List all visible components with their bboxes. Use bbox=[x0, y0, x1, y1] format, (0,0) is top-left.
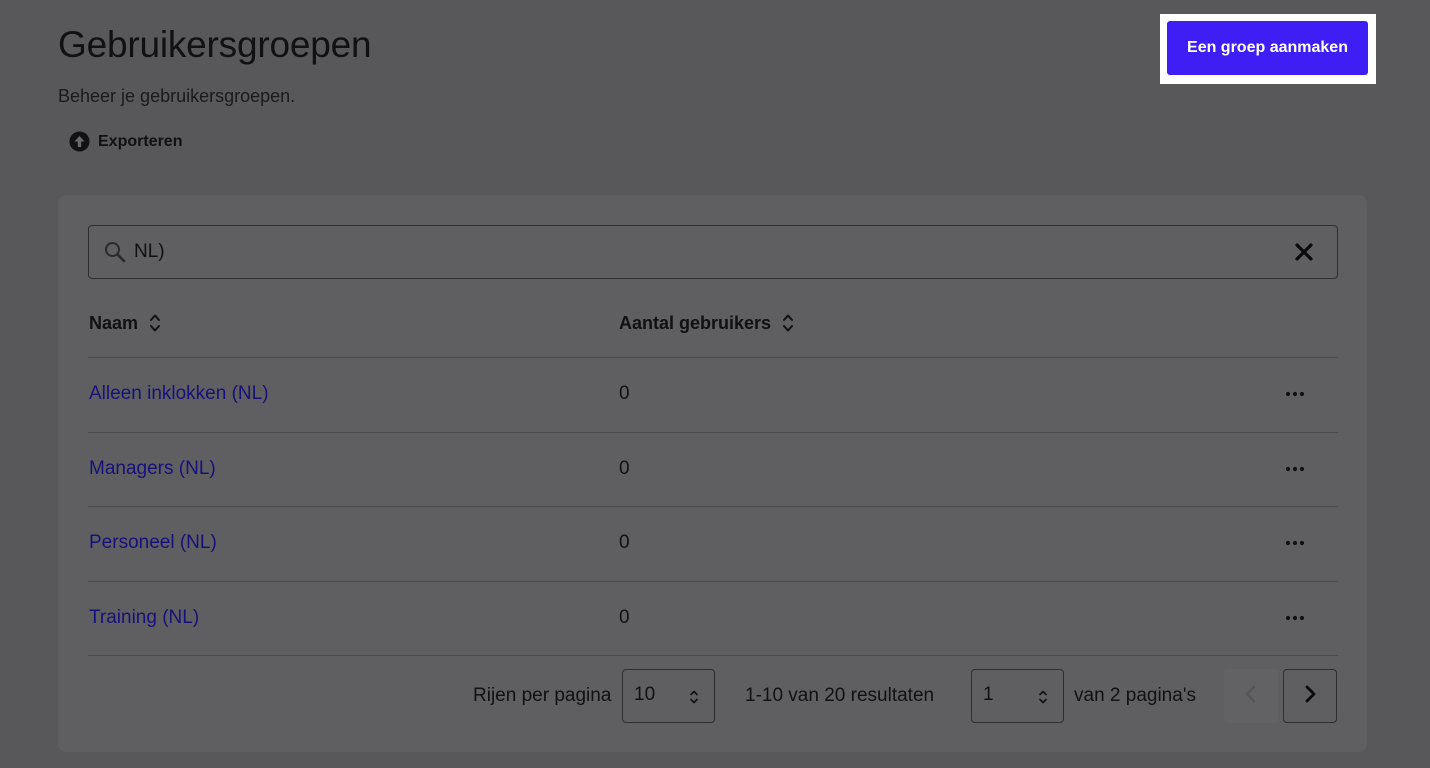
create-group-button[interactable]: Een groep aanmaken bbox=[1167, 21, 1368, 75]
total-pages: van 2 pagina's bbox=[1074, 685, 1196, 706]
groups-table: Naam Aantal gebruikers Alleen inklokken … bbox=[88, 295, 1338, 656]
pagination: Rijen per pagina 10 1-10 van 20 resultat… bbox=[58, 669, 1367, 723]
close-icon[interactable] bbox=[1295, 243, 1313, 261]
sort-icon bbox=[781, 312, 795, 334]
more-options-icon[interactable] bbox=[1284, 533, 1306, 553]
column-header-label: Aantal gebruikers bbox=[619, 312, 772, 333]
table-header: Naam Aantal gebruikers bbox=[88, 295, 1338, 358]
rows-per-page-label: Rijen per pagina bbox=[473, 685, 612, 706]
previous-page-button[interactable] bbox=[1224, 669, 1278, 723]
chevron-up-down-icon bbox=[1037, 687, 1049, 707]
sort-icon bbox=[148, 312, 162, 334]
page-select[interactable]: 1 bbox=[971, 669, 1064, 723]
user-count: 0 bbox=[619, 383, 630, 404]
groups-card: Naam Aantal gebruikers bbox=[58, 195, 1367, 752]
more-options-icon[interactable] bbox=[1284, 384, 1306, 404]
export-label: Exporteren bbox=[98, 132, 183, 150]
column-header-user-count[interactable]: Aantal gebruikers bbox=[619, 312, 795, 334]
more-options-icon[interactable] bbox=[1284, 459, 1306, 479]
group-name-link[interactable]: Managers (NL) bbox=[89, 458, 216, 480]
search-input[interactable] bbox=[134, 236, 1274, 268]
page: Gebruikersgroepen Beheer je gebruikersgr… bbox=[0, 0, 1430, 768]
rows-per-page-select[interactable]: 10 bbox=[622, 669, 715, 723]
chevron-right-icon bbox=[1303, 685, 1317, 708]
table-row: Personeel (NL) 0 bbox=[88, 507, 1338, 582]
table-row: Managers (NL) 0 bbox=[88, 433, 1338, 507]
group-name-link[interactable]: Training (NL) bbox=[89, 607, 199, 629]
user-count: 0 bbox=[619, 606, 630, 628]
rows-per-page-value: 10 bbox=[634, 684, 656, 705]
more-options-icon[interactable] bbox=[1284, 608, 1306, 628]
create-group-highlight: Een groep aanmaken bbox=[1160, 14, 1376, 84]
page-title: Gebruikersgroepen bbox=[58, 24, 372, 65]
user-count: 0 bbox=[619, 457, 630, 479]
upload-icon bbox=[69, 131, 90, 152]
next-page-button[interactable] bbox=[1283, 669, 1337, 723]
column-header-name[interactable]: Naam bbox=[89, 312, 162, 334]
column-header-label: Naam bbox=[89, 312, 139, 333]
page-subtitle: Beheer je gebruikersgroepen. bbox=[58, 86, 296, 106]
group-name-link[interactable]: Personeel (NL) bbox=[89, 532, 217, 554]
search-field[interactable] bbox=[88, 225, 1338, 279]
chevron-left-icon bbox=[1244, 685, 1258, 708]
user-count: 0 bbox=[619, 532, 630, 553]
chevron-up-down-icon bbox=[688, 687, 700, 707]
export-button[interactable]: Exporteren bbox=[69, 131, 182, 152]
results-summary: 1-10 van 20 resultaten bbox=[745, 685, 935, 706]
table-row: Alleen inklokken (NL) 0 bbox=[88, 358, 1338, 433]
current-page-value: 1 bbox=[983, 684, 994, 705]
search-icon bbox=[103, 240, 127, 264]
table-row: Training (NL) 0 bbox=[88, 582, 1338, 656]
group-name-link[interactable]: Alleen inklokken (NL) bbox=[89, 383, 269, 405]
